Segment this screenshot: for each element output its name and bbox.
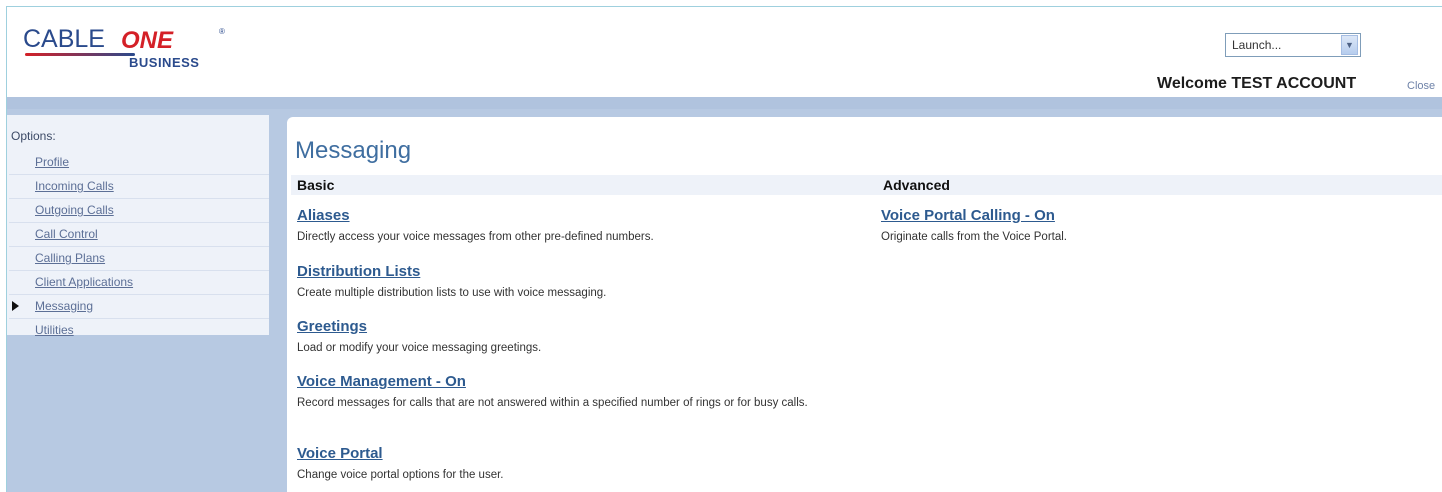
sidebar-item-utilities[interactable]: Utilities bbox=[9, 319, 269, 343]
distribution-lists-link[interactable]: Distribution Lists bbox=[297, 263, 606, 280]
content-area: Messaging Basic Advanced Aliases Directl… bbox=[287, 117, 1442, 492]
logo-swoosh bbox=[25, 53, 135, 56]
sidebar-item-label[interactable]: Call Control bbox=[35, 227, 98, 241]
header-divider-bar bbox=[7, 97, 1442, 109]
sidebar-item-label[interactable]: Messaging bbox=[35, 299, 93, 313]
basic-item-aliases: Aliases Directly access your voice messa… bbox=[297, 207, 654, 245]
basic-item-voice-portal: Voice Portal Change voice portal options… bbox=[297, 445, 504, 483]
sidebar-item-client-applications[interactable]: Client Applications bbox=[9, 271, 269, 295]
welcome-message: Welcome TEST ACCOUNT bbox=[1157, 75, 1357, 92]
aliases-description: Directly access your voice messages from… bbox=[297, 231, 654, 243]
voice-portal-calling-link[interactable]: Voice Portal Calling - On bbox=[881, 207, 1067, 224]
voice-portal-link[interactable]: Voice Portal bbox=[297, 445, 504, 462]
advanced-heading: Advanced bbox=[883, 177, 950, 193]
page-title: Messaging bbox=[295, 137, 412, 164]
sidebar-item-profile[interactable]: Profile bbox=[9, 151, 269, 175]
cable-one-business-logo: CABLE ONE ® BUSINESS bbox=[23, 21, 243, 73]
voice-management-description: Record messages for calls that are not a… bbox=[297, 397, 808, 409]
logo-business-text: BUSINESS bbox=[129, 55, 200, 70]
sidebar-item-outgoing-calls[interactable]: Outgoing Calls bbox=[9, 199, 269, 223]
sidebar-item-label[interactable]: Incoming Calls bbox=[35, 179, 114, 193]
basic-section-header: Basic bbox=[291, 175, 877, 195]
sidebar-item-label[interactable]: Profile bbox=[35, 155, 69, 169]
aliases-link[interactable]: Aliases bbox=[297, 207, 654, 224]
basic-item-distribution-lists: Distribution Lists Create multiple distr… bbox=[297, 263, 606, 301]
sidebar-item-label[interactable]: Calling Plans bbox=[35, 251, 105, 265]
voice-management-link[interactable]: Voice Management - On bbox=[297, 373, 877, 390]
sidebar: Options: Profile Incoming Calls Outgoing… bbox=[7, 109, 283, 492]
sidebar-item-messaging[interactable]: Messaging bbox=[9, 295, 269, 319]
sidebar-item-label[interactable]: Outgoing Calls bbox=[35, 203, 114, 217]
sidebar-nav: Profile Incoming Calls Outgoing Calls Ca… bbox=[7, 151, 269, 343]
voice-portal-description: Change voice portal options for the user… bbox=[297, 469, 504, 481]
sidebar-item-call-control[interactable]: Call Control bbox=[9, 223, 269, 247]
sidebar-item-label[interactable]: Utilities bbox=[35, 323, 74, 337]
options-panel: Options: Profile Incoming Calls Outgoing… bbox=[7, 115, 269, 337]
greetings-description: Load or modify your voice messaging gree… bbox=[297, 342, 542, 354]
distribution-lists-description: Create multiple distribution lists to us… bbox=[297, 287, 607, 299]
logo-one-text: ONE bbox=[121, 27, 174, 54]
sidebar-item-calling-plans[interactable]: Calling Plans bbox=[9, 247, 269, 271]
advanced-section-header: Advanced bbox=[877, 175, 1442, 195]
logo-trademark: ® bbox=[219, 27, 225, 36]
launch-select-value: Launch... bbox=[1232, 38, 1282, 52]
logo-cable-text: CABLE bbox=[23, 25, 105, 53]
launch-select[interactable]: Launch... ▼ bbox=[1225, 33, 1361, 57]
chevron-down-icon[interactable]: ▼ bbox=[1341, 35, 1358, 55]
voice-portal-calling-description: Originate calls from the Voice Portal. bbox=[881, 231, 1067, 243]
app-frame: CABLE ONE ® BUSINESS Launch... ▼ Welcome… bbox=[6, 6, 1442, 492]
advanced-item-voice-portal-calling: Voice Portal Calling - On Originate call… bbox=[881, 207, 1067, 245]
basic-item-voice-management: Voice Management - On Record messages fo… bbox=[297, 373, 877, 411]
basic-heading: Basic bbox=[297, 177, 335, 193]
greetings-link[interactable]: Greetings bbox=[297, 318, 541, 335]
current-page-arrow-icon bbox=[12, 301, 19, 311]
options-label: Options: bbox=[11, 129, 56, 143]
sidebar-item-label[interactable]: Client Applications bbox=[35, 275, 133, 289]
sidebar-item-incoming-calls[interactable]: Incoming Calls bbox=[9, 175, 269, 199]
basic-item-greetings: Greetings Load or modify your voice mess… bbox=[297, 318, 541, 356]
main-panel: Messaging Basic Advanced Aliases Directl… bbox=[283, 109, 1442, 492]
close-link[interactable]: Close bbox=[1407, 80, 1435, 92]
